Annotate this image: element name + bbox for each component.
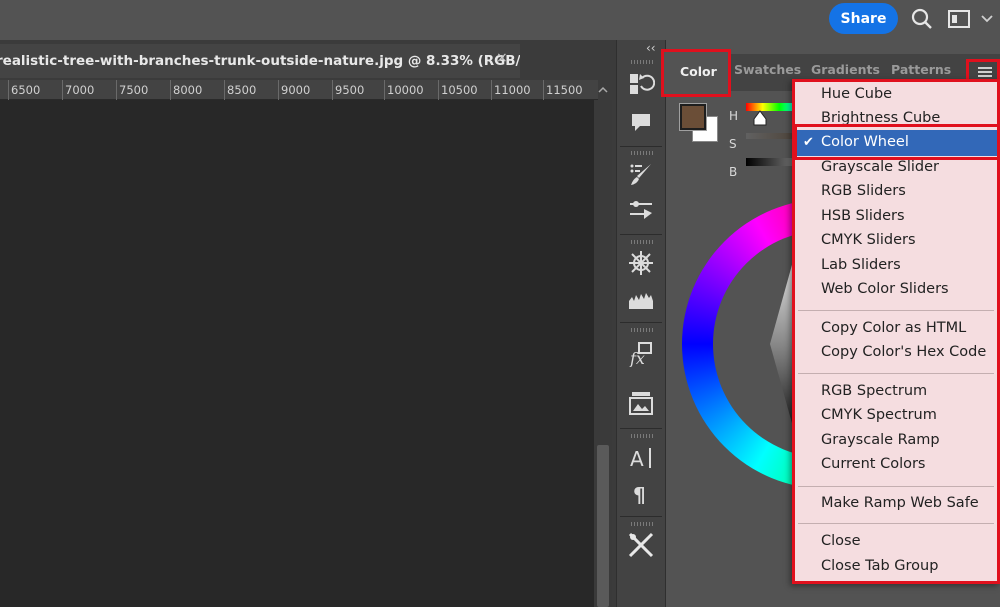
workspace-icon[interactable] [947, 8, 971, 30]
panel-grip[interactable] [631, 151, 653, 155]
chevron-down-icon[interactable] [980, 12, 994, 26]
ruler-label: 10500 [441, 83, 478, 97]
panel-grip[interactable] [631, 434, 653, 438]
menu-item-copy-color-as-html[interactable]: Copy Color as HTML [821, 320, 966, 336]
ruler-label: 8000 [173, 83, 203, 97]
share-button[interactable]: Share [829, 3, 898, 34]
brush-settings-icon[interactable] [627, 160, 655, 188]
tool-presets-icon[interactable] [627, 531, 655, 559]
vertical-scrollbar-thumb[interactable] [597, 445, 609, 607]
scroll-up-icon[interactable] [597, 84, 609, 96]
collapse-left-icon[interactable]: ‹‹ [646, 41, 656, 55]
menu-item-cmyk-sliders[interactable]: CMYK Sliders [821, 232, 916, 248]
histogram-icon[interactable] [627, 285, 655, 313]
brightness-slider-track[interactable] [746, 158, 796, 166]
image-panel-icon[interactable] [627, 389, 655, 417]
tab-swatches[interactable]: Swatches [734, 62, 801, 77]
menu-item-hue-cube[interactable]: Hue Cube [821, 86, 892, 102]
menu-item-make-ramp-web-safe[interactable]: Make Ramp Web Safe [821, 495, 979, 511]
history-icon[interactable] [627, 70, 655, 98]
menu-separator [798, 373, 994, 374]
menu-item-cmyk-spectrum[interactable]: CMYK Spectrum [821, 407, 937, 423]
document-tab-title: realistic-tree-with-branches-trunk-outsi… [0, 53, 520, 69]
menu-item-close[interactable]: Close [821, 533, 861, 549]
svg-text:fx: fx [629, 349, 645, 367]
search-icon[interactable] [910, 7, 934, 31]
document-canvas[interactable] [0, 100, 594, 607]
menu-item-rgb-spectrum[interactable]: RGB Spectrum [821, 383, 927, 399]
menu-separator [798, 310, 994, 311]
adjustments-icon[interactable] [627, 196, 655, 224]
fx-styles-icon[interactable]: fx [627, 339, 655, 367]
menu-item-current-colors[interactable]: Current Colors [821, 456, 925, 472]
close-tab-icon[interactable]: × [496, 51, 508, 65]
menu-item-color-wheel[interactable]: Color Wheel [821, 134, 909, 150]
hue-label: H [729, 109, 739, 123]
ruler-label: 7500 [119, 83, 149, 97]
tab-gradients[interactable]: Gradients [811, 62, 880, 77]
menu-item-grayscale-ramp[interactable]: Grayscale Ramp [821, 432, 940, 448]
document-tab[interactable]: realistic-tree-with-branches-trunk-outsi… [0, 44, 520, 78]
panel-grip[interactable] [631, 60, 653, 64]
svg-text:A: A [630, 447, 644, 471]
brightness-label: B [729, 165, 738, 179]
ruler-label: 9000 [281, 83, 311, 97]
ruler-label: 11000 [494, 83, 531, 97]
menu-item-close-tab-group[interactable]: Close Tab Group [821, 558, 938, 574]
saturation-slider-track[interactable] [746, 133, 796, 139]
navigator-wheel-icon[interactable] [627, 249, 655, 277]
tab-patterns[interactable]: Patterns [891, 62, 951, 77]
menu-item-lab-sliders[interactable]: Lab Sliders [821, 257, 901, 273]
hamburger-menu-icon[interactable] [978, 67, 992, 77]
menu-separator [798, 523, 994, 524]
checkmark-icon: ✔ [803, 135, 814, 150]
foreground-color-swatch[interactable] [679, 103, 707, 131]
menu-item-copy-hex-code[interactable]: Copy Color's Hex Code [821, 344, 986, 360]
hue-slider-thumb-icon[interactable] [753, 110, 767, 126]
ruler-label: 9500 [335, 83, 365, 97]
ruler-label: 11500 [546, 83, 583, 97]
comment-icon[interactable] [627, 108, 655, 136]
menu-item-web-color-sliders[interactable]: Web Color Sliders [821, 281, 949, 297]
saturation-label: S [729, 137, 737, 151]
ruler-label: 8500 [227, 83, 257, 97]
panel-grip[interactable] [631, 240, 653, 244]
panel-grip[interactable] [631, 522, 653, 526]
menu-item-rgb-sliders[interactable]: RGB Sliders [821, 183, 906, 199]
character-icon[interactable]: A [627, 443, 655, 471]
ruler-label: 6500 [11, 83, 41, 97]
svg-text:¶: ¶ [633, 483, 646, 507]
menu-item-hsb-sliders[interactable]: HSB Sliders [821, 208, 905, 224]
panel-grip[interactable] [631, 328, 653, 332]
tab-color[interactable]: Color [680, 64, 717, 79]
menu-item-grayscale-slider[interactable]: Grayscale Slider [821, 159, 939, 175]
paragraph-icon[interactable]: ¶ [627, 479, 655, 507]
ruler-label: 7000 [65, 83, 95, 97]
ruler-label: 10000 [387, 83, 424, 97]
menu-separator [798, 486, 994, 487]
horizontal-ruler: 6500 7000 7500 8000 8500 9000 9500 10000… [0, 80, 598, 100]
